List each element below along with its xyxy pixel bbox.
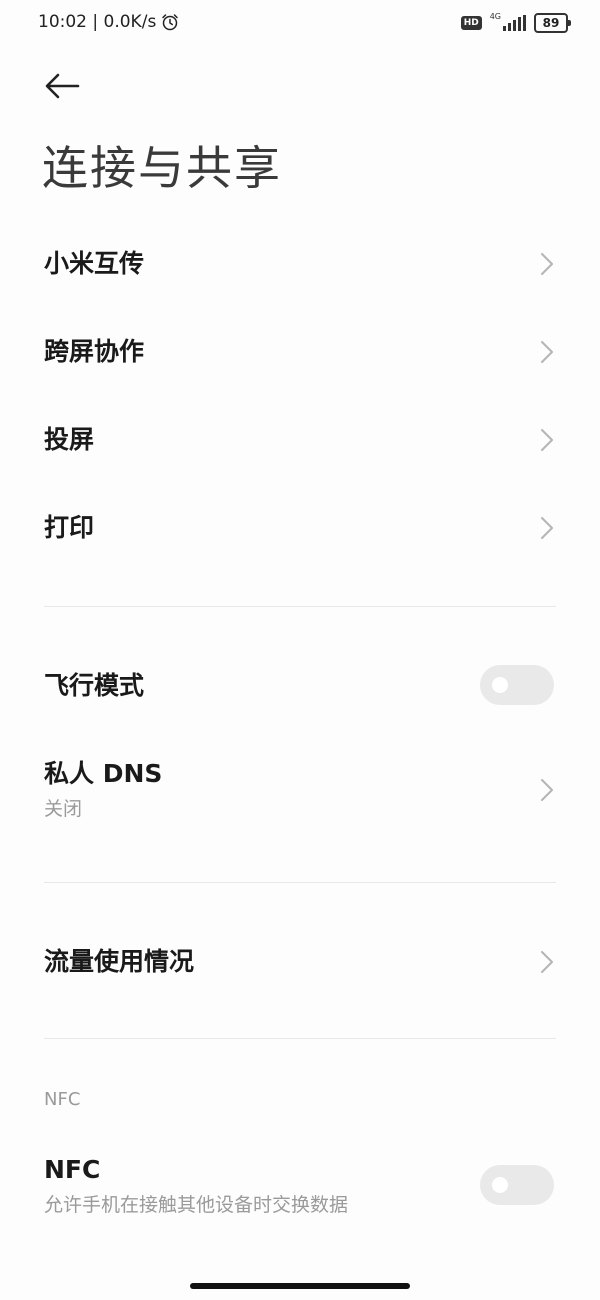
chevron-right-icon [541, 779, 553, 801]
airplane-mode-toggle[interactable] [480, 665, 554, 705]
data-usage-item[interactable]: 流量使用情况 [0, 918, 600, 1008]
nfc-description: 允许手机在接触其他设备时交换数据 [44, 1194, 349, 1216]
back-button[interactable] [42, 68, 86, 104]
private-dns-label: 私人 DNS [44, 759, 163, 788]
nfc-item[interactable]: NFC 允许手机在接触其他设备时交换数据 [0, 1140, 600, 1240]
cross-screen-label: 跨屏协作 [44, 337, 145, 366]
data-usage-label: 流量使用情况 [44, 947, 195, 976]
section-divider [44, 882, 556, 883]
cast-item[interactable]: 投屏 [0, 396, 600, 484]
chevron-right-icon [541, 341, 553, 363]
hd-badge: HD [460, 16, 482, 30]
airplane-mode-label: 飞行模式 [44, 671, 145, 700]
cast-label: 投屏 [44, 425, 95, 454]
alarm-clock-icon [162, 14, 179, 31]
status-left: 10:02 | 0.0K/s [38, 12, 179, 32]
back-arrow-icon [45, 73, 80, 99]
private-dns-status: 关闭 [44, 798, 83, 820]
mi-share-item[interactable]: 小米互传 [0, 220, 600, 308]
mi-share-label: 小米互传 [44, 249, 145, 278]
page-title: 连接与共享 [42, 141, 282, 195]
status-right: HD 4G 89 [460, 12, 571, 33]
battery-level: 89 [542, 16, 560, 30]
status-time-speed: 10:02 | 0.0K/s [38, 12, 157, 32]
cross-screen-item[interactable]: 跨屏协作 [0, 308, 600, 396]
toggle-knob [492, 677, 508, 693]
chevron-right-icon [541, 253, 553, 275]
toggle-knob [492, 1177, 508, 1193]
chevron-right-icon [541, 517, 553, 539]
home-indicator[interactable] [190, 1283, 410, 1289]
print-label: 打印 [44, 513, 95, 542]
nfc-section-header: NFC [44, 1089, 81, 1110]
nfc-label: NFC [44, 1155, 101, 1184]
airplane-mode-item[interactable]: 飞行模式 [0, 640, 600, 732]
print-item[interactable]: 打印 [0, 484, 600, 574]
battery-icon: 89 [534, 13, 571, 33]
section-divider [44, 1038, 556, 1039]
status-bar: 10:02 | 0.0K/s HD 4G 89 [0, 0, 600, 48]
section-divider [44, 606, 556, 607]
nfc-toggle[interactable] [480, 1165, 554, 1205]
signal-strength-icon [503, 15, 526, 31]
chevron-right-icon [541, 951, 553, 973]
chevron-right-icon [541, 429, 553, 451]
network-type: 4G [489, 12, 501, 21]
private-dns-item[interactable]: 私人 DNS 关闭 [0, 740, 600, 840]
